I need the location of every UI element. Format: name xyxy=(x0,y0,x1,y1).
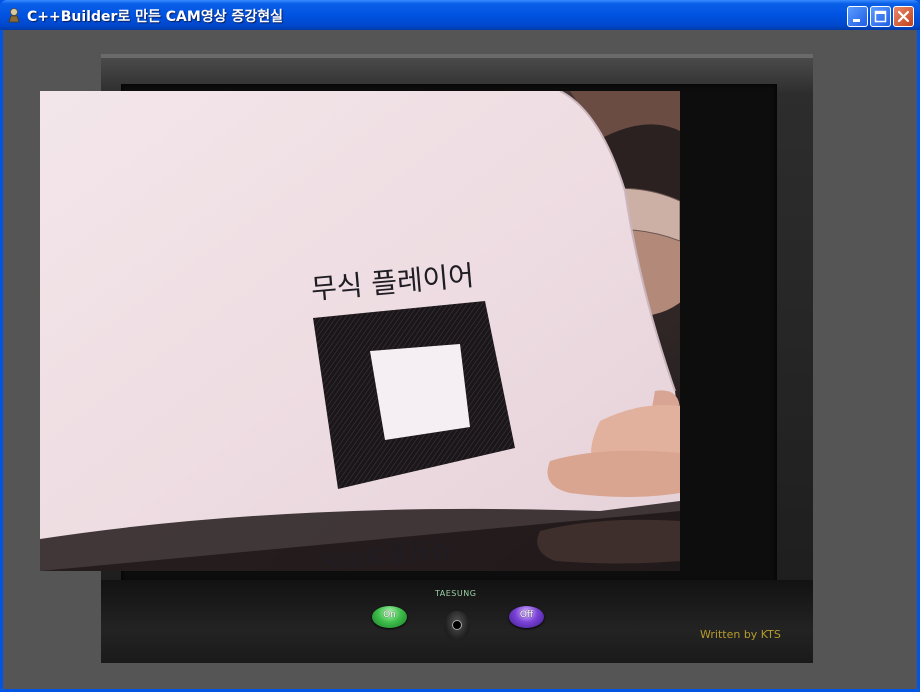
power-icon xyxy=(452,620,462,630)
on-button-label: On xyxy=(383,610,396,620)
tv-brand: TAESUNG xyxy=(435,589,477,598)
camera-frame-image: 무식 플레이어 사랑플레이어 xyxy=(40,91,680,571)
minimize-button[interactable] xyxy=(847,6,868,27)
client-area: 무식 플레이어 사랑플레이어 TAESUNG On Off Written by… xyxy=(3,30,917,689)
maximize-icon xyxy=(874,10,887,23)
off-button-label: Off xyxy=(519,610,534,620)
camera-off-button[interactable]: Off xyxy=(509,606,544,628)
close-button[interactable] xyxy=(893,6,914,27)
author-credit: Written by KTS xyxy=(700,628,781,641)
close-icon xyxy=(897,10,910,23)
camera-view: 무식 플레이어 사랑플레이어 xyxy=(40,91,680,571)
app-window: C++Builder로 만든 CAM영상 증강현실 무식 플레이어 사랑플레이어… xyxy=(0,0,920,692)
camera-on-button[interactable]: On xyxy=(372,606,407,628)
power-button[interactable] xyxy=(444,611,470,641)
minimize-icon xyxy=(853,19,860,22)
window-title: C++Builder로 만든 CAM영상 증강현실 xyxy=(27,9,283,25)
title-bar[interactable]: C++Builder로 만든 CAM영상 증강현실 xyxy=(0,0,920,30)
maximize-button[interactable] xyxy=(870,6,891,27)
app-icon[interactable] xyxy=(6,7,22,23)
